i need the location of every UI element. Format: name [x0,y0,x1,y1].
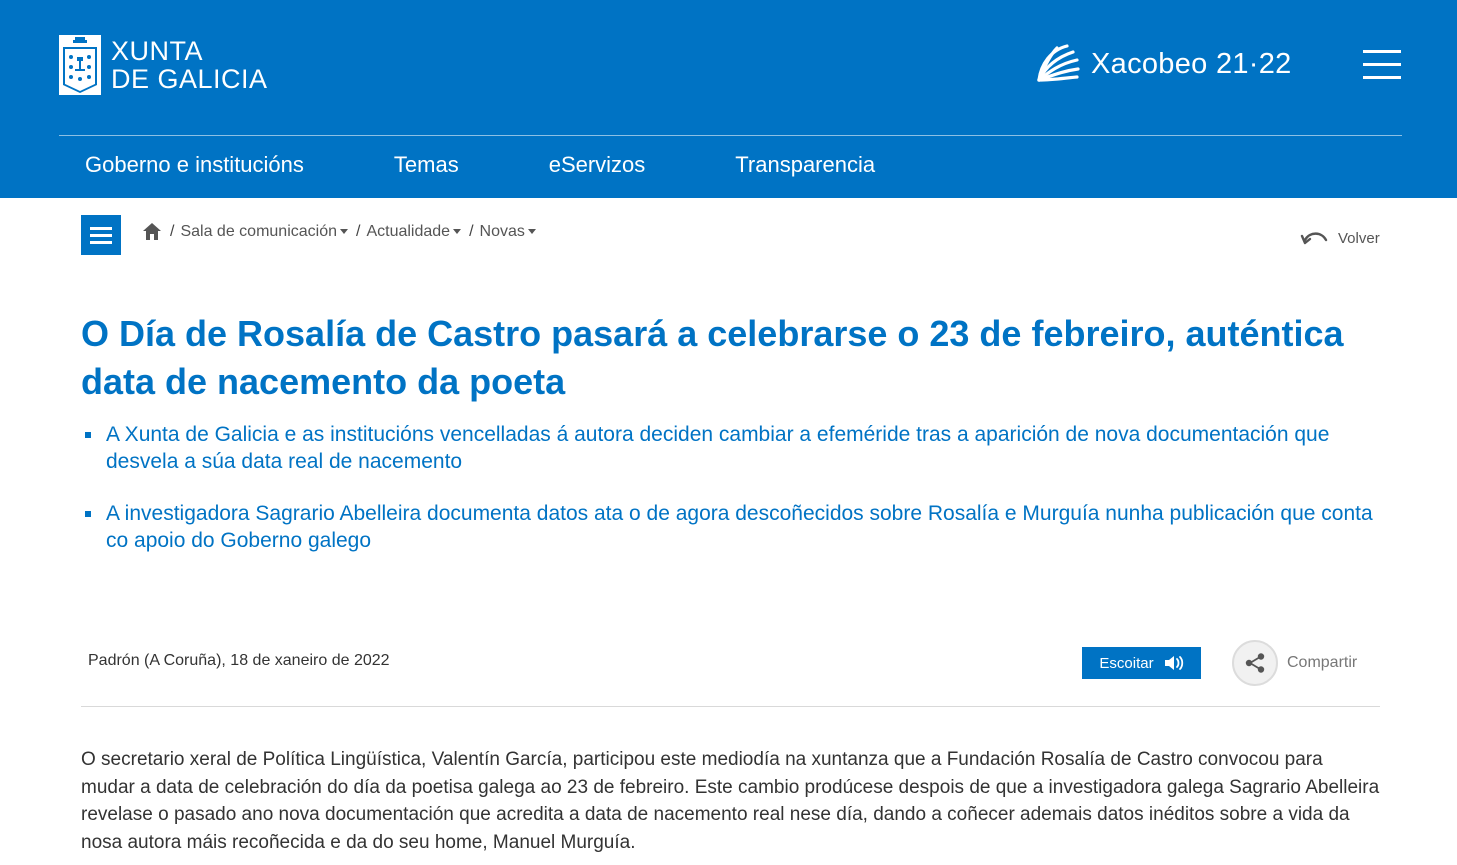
main-nav: Goberno e institucións Temas eServizos T… [85,148,965,182]
home-icon[interactable] [142,222,162,241]
article-body: O secretario xeral de Política Lingüísti… [81,749,1380,853]
listen-button[interactable]: Escoitar [1082,647,1201,679]
xunta-logo[interactable]: XUNTA DE GALICIA [59,35,268,95]
article-title: O Día de Rosalía de Castro pasará a cele… [81,313,1344,402]
share-button[interactable]: Compartir [1232,640,1357,686]
highlight-item: A investigadora Sagrario Abelleira docum… [81,500,1381,554]
share-icon [1245,653,1265,673]
nav-item-temas[interactable]: Temas [394,148,459,182]
breadcrumb-item-novas[interactable]: Novas [480,223,536,241]
breadcrumb: / Sala de comunicación / Actualidade / N… [142,222,536,241]
article-highlights: A Xunta de Galicia e as institucións ven… [81,421,1381,579]
galicia-shield-icon [59,35,101,95]
breadcrumb-item-actualidade[interactable]: Actualidade [366,223,462,241]
back-link[interactable]: Volver [1300,228,1380,248]
logo-line-2: DE GALICIA [111,64,268,94]
chevron-down-icon [453,228,462,234]
logo-text: XUNTA DE GALICIA [111,37,268,93]
highlight-item: A Xunta de Galicia e as institucións ven… [81,421,1381,475]
logo-line-1: XUNTA [111,36,204,66]
chevron-down-icon [527,228,536,234]
share-icon-wrapper [1232,640,1278,686]
listen-label: Escoitar [1099,654,1154,672]
nav-item-eservizos[interactable]: eServizos [549,148,646,182]
site-header: XUNTA DE GALICIA Xacobeo 21·22 Goberno e… [0,0,1457,198]
header-divider [59,135,1402,136]
nav-item-transparencia[interactable]: Transparencia [735,148,875,182]
section-menu-button[interactable] [81,215,121,255]
hamburger-icon[interactable] [1363,50,1403,80]
shell-icon [1037,44,1080,82]
share-label: Compartir [1287,654,1358,671]
xacobeo-logo[interactable]: Xacobeo 21·22 [1033,40,1292,88]
back-arrow-icon [1300,232,1328,245]
xacobeo-text: Xacobeo 21·22 [1091,47,1292,80]
speaker-icon [1164,656,1183,670]
breadcrumb-item-sala[interactable]: Sala de comunicación [180,223,348,241]
nav-item-goberno[interactable]: Goberno e institucións [85,148,304,182]
chevron-down-icon [340,228,348,234]
place-date: Padrón (A Coruña), 18 de xaneiro de 2022 [88,652,390,669]
content-divider [81,706,1380,707]
back-label: Volver [1338,229,1380,247]
